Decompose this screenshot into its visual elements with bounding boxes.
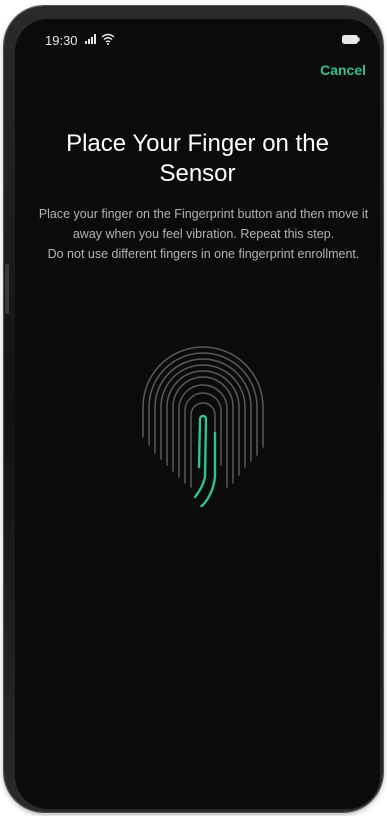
- page-title: Place Your Finger on the Sensor: [66, 130, 329, 187]
- instruction-primary: Place your finger on the Fingerprint but…: [38, 207, 369, 241]
- instructions: Place your finger on the Fingerprint but…: [37, 204, 370, 264]
- battery-icon: [342, 35, 360, 44]
- signal-icon: [85, 34, 96, 44]
- phone-frame: 19:30 Cancel Place Your Finger on the Se…: [4, 6, 383, 812]
- instruction-secondary: Do not use different fingers in one fing…: [47, 247, 360, 261]
- side-button: [5, 264, 9, 314]
- fingerprint-icon: [142, 346, 264, 507]
- wifi-icon: [101, 33, 115, 45]
- status-bar: 19:30: [15, 19, 380, 51]
- cancel-button[interactable]: Cancel: [320, 62, 366, 78]
- status-time: 19:30: [45, 33, 78, 48]
- screen: 19:30 Cancel Place Your Finger on the Se…: [15, 19, 380, 809]
